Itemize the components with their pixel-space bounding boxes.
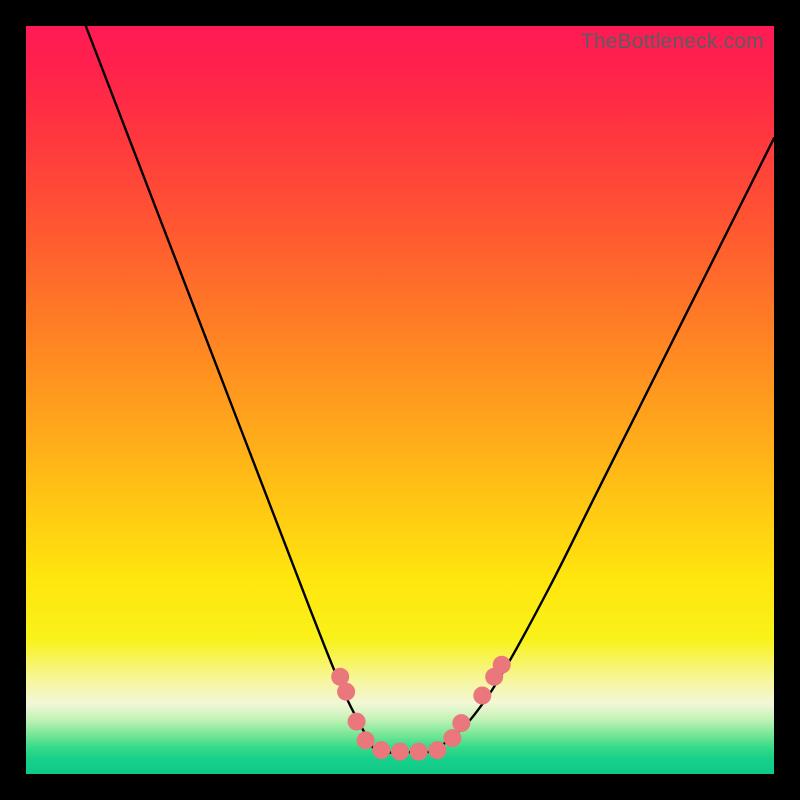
- curve-layer: [86, 26, 774, 753]
- marker-left-cap-top: [348, 713, 366, 731]
- marker-left-dot-2: [337, 683, 355, 701]
- bottleneck-curve: [86, 26, 774, 753]
- marker-valley-1: [372, 741, 390, 759]
- marker-right-cap-bot: [443, 729, 461, 747]
- marker-valley-4: [428, 741, 446, 759]
- marker-layer: [331, 656, 511, 761]
- marker-right-cap-top: [452, 714, 470, 732]
- marker-valley-2: [391, 743, 409, 761]
- marker-right-dot-2: [493, 656, 511, 674]
- marker-valley-3: [410, 743, 428, 761]
- marker-left-cap-bot: [357, 731, 375, 749]
- outer-frame: TheBottleneck.com: [0, 0, 800, 800]
- bottleneck-curve-svg: [26, 26, 774, 774]
- marker-right-gap-dot: [473, 687, 491, 705]
- plot-area: TheBottleneck.com: [26, 26, 774, 774]
